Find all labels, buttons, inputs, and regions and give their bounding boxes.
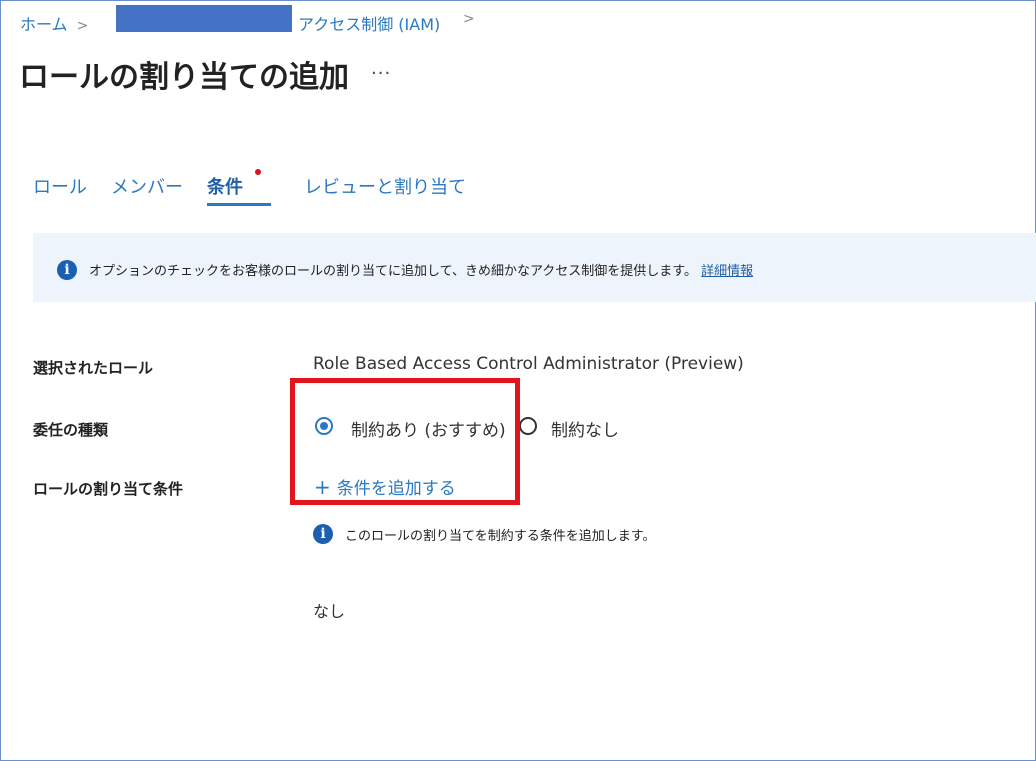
assignment-condition-label: ロールの割り当て条件	[33, 480, 184, 498]
tab-review-assign[interactable]: レビューと割り当て	[304, 173, 466, 199]
redacted-breadcrumb-item	[116, 5, 292, 32]
info-banner: i オプションのチェックをお客様のロールの割り当てに追加して、きめ細かなアクセス…	[33, 233, 1036, 302]
breadcrumb: ホーム >	[20, 11, 92, 35]
banner-text: オプションのチェックをお客様のロールの割り当てに追加して、きめ細かなアクセス制御…	[89, 260, 753, 279]
radio-unconstrained-label[interactable]: 制約なし	[551, 416, 619, 441]
tab-conditions[interactable]: 条件	[207, 173, 243, 199]
breadcrumb-separator: >	[76, 18, 89, 34]
info-icon: i	[57, 260, 77, 280]
page-title: ロールの割り当ての追加	[19, 60, 349, 95]
more-icon[interactable]: ...	[371, 58, 391, 79]
active-tab-underline	[207, 203, 271, 206]
tab-member[interactable]: メンバー	[111, 173, 183, 199]
tab-role[interactable]: ロール	[33, 173, 87, 199]
condition-note-text: このロールの割り当てを制約する条件を追加します。	[345, 529, 656, 544]
conditions-value: なし	[313, 602, 346, 621]
info-icon: i	[313, 524, 333, 544]
banner-message: オプションのチェックをお客様のロールの割り当てに追加して、きめ細かなアクセス制御…	[89, 264, 698, 279]
radio-unconstrained[interactable]	[519, 417, 537, 435]
learn-more-link[interactable]: 詳細情報	[701, 264, 753, 279]
breadcrumb-separator-2: >	[463, 11, 475, 27]
highlight-box	[290, 378, 520, 505]
delegation-type-label: 委任の種類	[33, 421, 109, 439]
selected-role-label: 選択されたロール	[33, 359, 154, 377]
required-indicator	[255, 169, 261, 175]
breadcrumb-iam[interactable]: アクセス制御 (IAM)	[298, 11, 440, 35]
selected-role-value: Role Based Access Control Administrator …	[313, 354, 744, 374]
breadcrumb-home[interactable]: ホーム	[20, 15, 68, 34]
